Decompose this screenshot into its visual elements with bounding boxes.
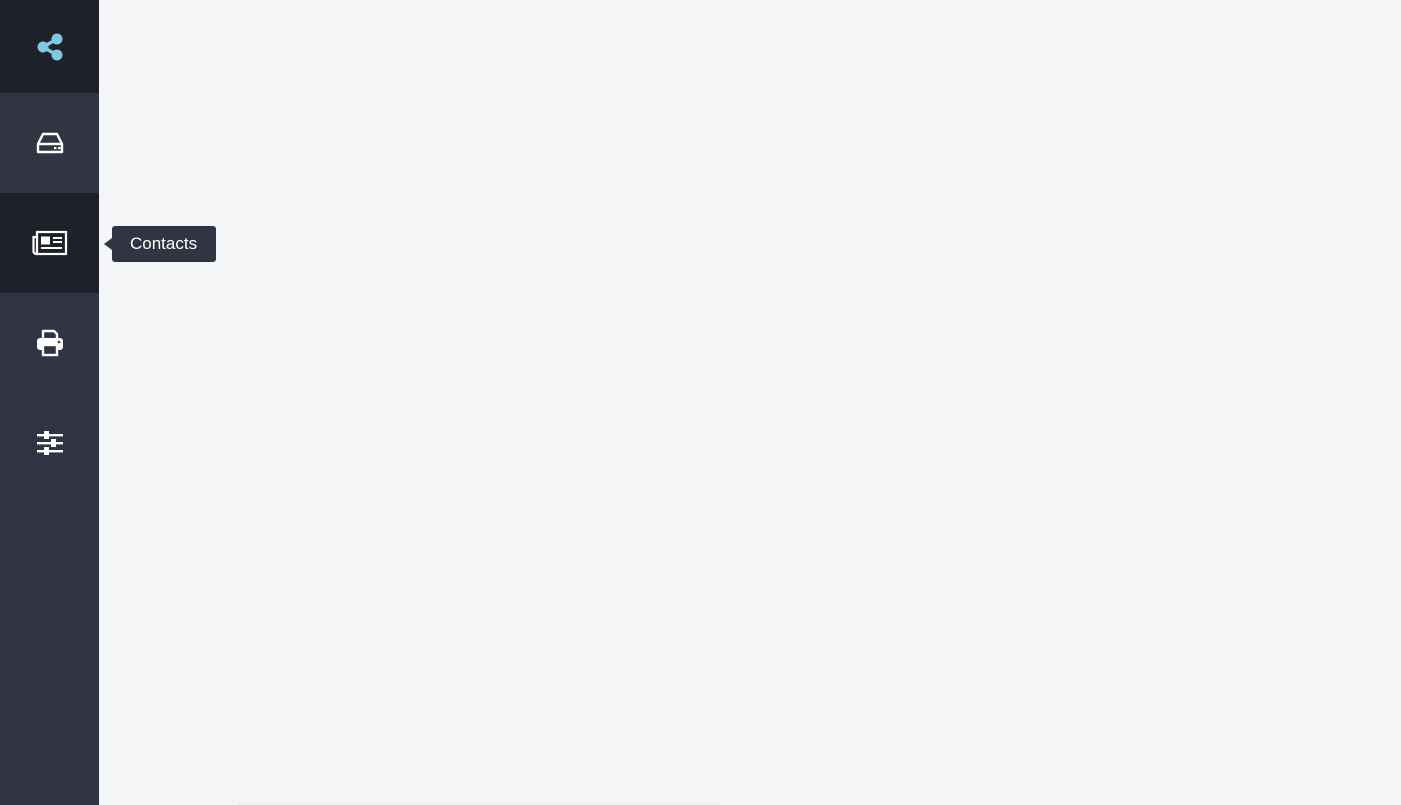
sidebar-item-settings[interactable] — [0, 393, 99, 493]
logo-area[interactable] — [0, 0, 99, 93]
sidebar — [0, 0, 99, 805]
printer-icon — [35, 328, 65, 358]
inbox-tray-icon — [35, 130, 65, 156]
sidebar-item-contacts[interactable] — [0, 193, 99, 293]
main-content — [99, 0, 1401, 805]
share-icon — [35, 32, 65, 62]
newspaper-icon — [31, 229, 68, 257]
contacts-tooltip: Contacts — [112, 226, 217, 262]
tooltip-arrow — [104, 238, 112, 250]
sidebar-item-inbox[interactable] — [0, 93, 99, 193]
sidebar-item-print[interactable] — [0, 293, 99, 393]
app-window: Contacts — [0, 0, 1401, 805]
sliders-icon — [35, 429, 65, 457]
